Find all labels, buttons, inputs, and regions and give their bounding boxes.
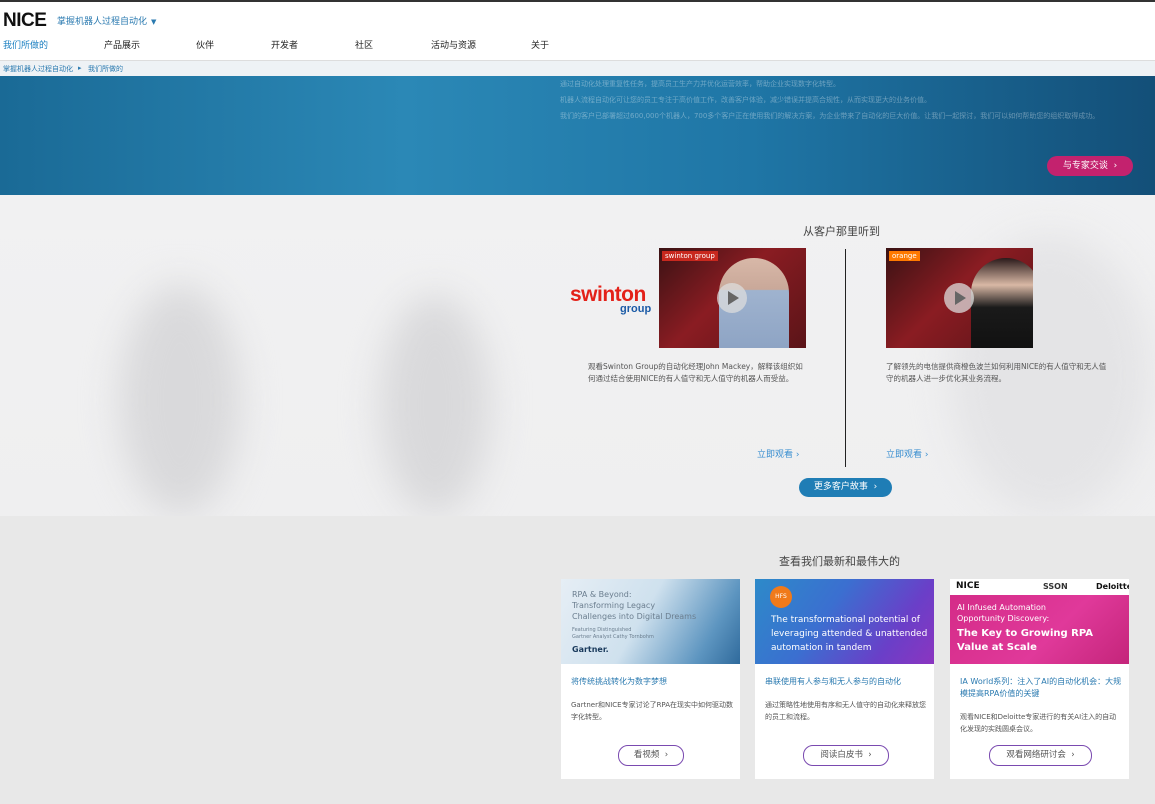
sson-logo: SSON <box>1043 582 1068 591</box>
video-tag: orange <box>889 251 920 261</box>
swinton-logo-sub: group <box>620 303 652 315</box>
card-image-text: The transformational potential of levera… <box>771 615 928 653</box>
play-icon[interactable] <box>717 283 747 313</box>
customer-stories-section: 从客户那里听到 swinton group swinton group oran… <box>0 195 1155 516</box>
breadcrumb-item-rpa[interactable]: 掌握机器人过程自动化 <box>3 64 73 74</box>
chevron-right-icon: › <box>1071 750 1075 760</box>
resource-card: NICE SSON Deloitte. AI Infused Automatio… <box>950 579 1129 779</box>
card-title[interactable]: IA World系列：注入了AI的自动化机会：大规模提高RPA价值的关键 <box>960 676 1122 700</box>
hero-text-line: 我们的客户已部署超过600,000个机器人，700多个客户正在使用我们的解决方案… <box>560 112 1100 120</box>
watch-now-link[interactable]: 立即观看 › <box>886 447 928 460</box>
card-title[interactable]: 串联使用有人参与和无人参与的自动化 <box>765 676 927 688</box>
hero-banner: 通过自动化处理重复性任务，提高员工生产力并优化运营效率，帮助企业实现数字化转型。… <box>0 76 1155 195</box>
nav-item-community[interactable]: 社区 <box>355 38 373 51</box>
orange-video-thumbnail[interactable]: orange <box>886 248 1033 348</box>
watch-webinar-button[interactable]: 观看网络研讨会 › <box>989 745 1092 766</box>
watch-video-button[interactable]: 看视频 › <box>618 745 684 766</box>
speaker-figure <box>971 258 1033 348</box>
nav-item-events-resources[interactable]: 活动与资源 <box>431 38 476 51</box>
talk-to-expert-button[interactable]: 与专家交谈 › <box>1047 156 1133 176</box>
more-stories-label: 更多客户故事 <box>813 482 868 492</box>
card-image-subtext: Featuring Distinguished Gartner Analyst … <box>572 627 654 640</box>
play-icon[interactable] <box>944 283 974 313</box>
customers-title: 从客户那里听到 <box>803 225 880 238</box>
read-whitepaper-label: 阅读白皮书 <box>820 750 863 760</box>
product-menu[interactable]: 掌握机器人过程自动化 ▼ <box>57 14 156 27</box>
breadcrumb-item-what-we-do[interactable]: 我们所做的 <box>88 64 123 74</box>
nav-item-developers[interactable]: 开发者 <box>271 38 298 51</box>
watch-webinar-label: 观看网络研讨会 <box>1006 750 1066 760</box>
deloitte-logo: Deloitte. <box>1096 582 1129 591</box>
breadcrumb: 掌握机器人过程自动化 ▸ 我们所做的 <box>0 61 1155 76</box>
card-image[interactable]: NICE SSON Deloitte. AI Infused Automatio… <box>950 579 1129 664</box>
nav-item-what-we-do[interactable]: 我们所做的 <box>3 38 48 51</box>
hero-text-line: 通过自动化处理重复性任务，提高员工生产力并优化运营效率，帮助企业实现数字化转型。 <box>560 80 840 88</box>
nav-item-partners[interactable]: 伙伴 <box>196 38 214 51</box>
nav-item-products[interactable]: 产品展示 <box>104 38 140 51</box>
video-tag: swinton group <box>662 251 718 261</box>
nice-logo: NICE <box>956 581 980 591</box>
background-blur-shape <box>120 285 240 515</box>
card-image-text: AI Infused Automation Opportunity Discov… <box>957 603 1050 623</box>
nav-item-about[interactable]: 关于 <box>531 38 549 51</box>
site-header: NICE 掌握机器人过程自动化 ▼ 我们所做的 产品展示 伙伴 开发者 社区 活动… <box>0 2 1155 61</box>
swinton-group-logo: swinton group <box>570 283 651 315</box>
latest-section-title: 查看我们最新和最伟大的 <box>779 555 900 568</box>
card-image-headline: The Key to Growing RPA Value at Scale <box>957 628 1093 653</box>
card-image[interactable]: HFS The transformational potential of le… <box>755 579 934 664</box>
resource-card: HFS The transformational potential of le… <box>755 579 934 779</box>
product-menu-label: 掌握机器人过程自动化 <box>57 17 148 27</box>
card-description: Gartner和NICE专家讨论了RPA在现实中如何驱动数字化转型。 <box>571 701 733 721</box>
nice-logo[interactable]: NICE <box>3 10 47 32</box>
swinton-video-thumbnail[interactable]: swinton group <box>659 248 806 348</box>
main-nav: 我们所做的 产品展示 伙伴 开发者 社区 活动与资源 关于 <box>0 38 1155 52</box>
customer-description: 观看Swinton Group的自动化经理John Mackey，解释该组织如何… <box>588 362 803 383</box>
card-title[interactable]: 将传统挑战转化为数字梦想 <box>571 676 733 688</box>
watch-video-label: 看视频 <box>633 750 660 760</box>
hero-text-line: 机器人流程自动化可让您的员工专注于高价值工作，改善客户体验，减少错误并提高合规性… <box>560 96 931 104</box>
card-image[interactable]: RPA & Beyond: Transforming Legacy Challe… <box>561 579 740 664</box>
customer-description: 了解领先的电信提供商橙色波兰如何利用NICE的有人值守和无人值守的机器人进一步优… <box>886 362 1107 383</box>
hfs-badge: HFS <box>770 586 792 608</box>
chevron-right-icon: › <box>664 750 669 760</box>
chevron-right-icon: › <box>868 750 872 760</box>
resource-card: RPA & Beyond: Transforming Legacy Challe… <box>561 579 740 779</box>
background-blur-shape <box>380 295 490 515</box>
chevron-down-icon: ▼ <box>151 18 157 26</box>
more-customer-stories-button[interactable]: 更多客户故事 › <box>799 478 892 497</box>
card-description: 通过策略性地使用有序和无人值守的自动化来释放您的员工和流程。 <box>765 701 926 721</box>
gartner-logo: Gartner. <box>572 645 609 654</box>
card-image-text: RPA & Beyond: Transforming Legacy Challe… <box>572 590 697 621</box>
read-whitepaper-button[interactable]: 阅读白皮书 › <box>803 745 889 766</box>
card-description: 观看NICE和Deloitte专家进行的有关AI注入的自动化发现的实践圆桌会议。 <box>960 713 1117 733</box>
chevron-right-icon: › <box>873 482 878 492</box>
chevron-right-icon: › <box>1113 161 1118 171</box>
breadcrumb-separator-icon: ▸ <box>78 64 82 72</box>
vertical-divider <box>845 249 846 467</box>
card-brand-strip: NICE SSON Deloitte. <box>950 579 1129 595</box>
watch-now-link[interactable]: 立即观看 › <box>757 447 799 460</box>
talk-to-expert-label: 与专家交谈 <box>1062 161 1108 171</box>
